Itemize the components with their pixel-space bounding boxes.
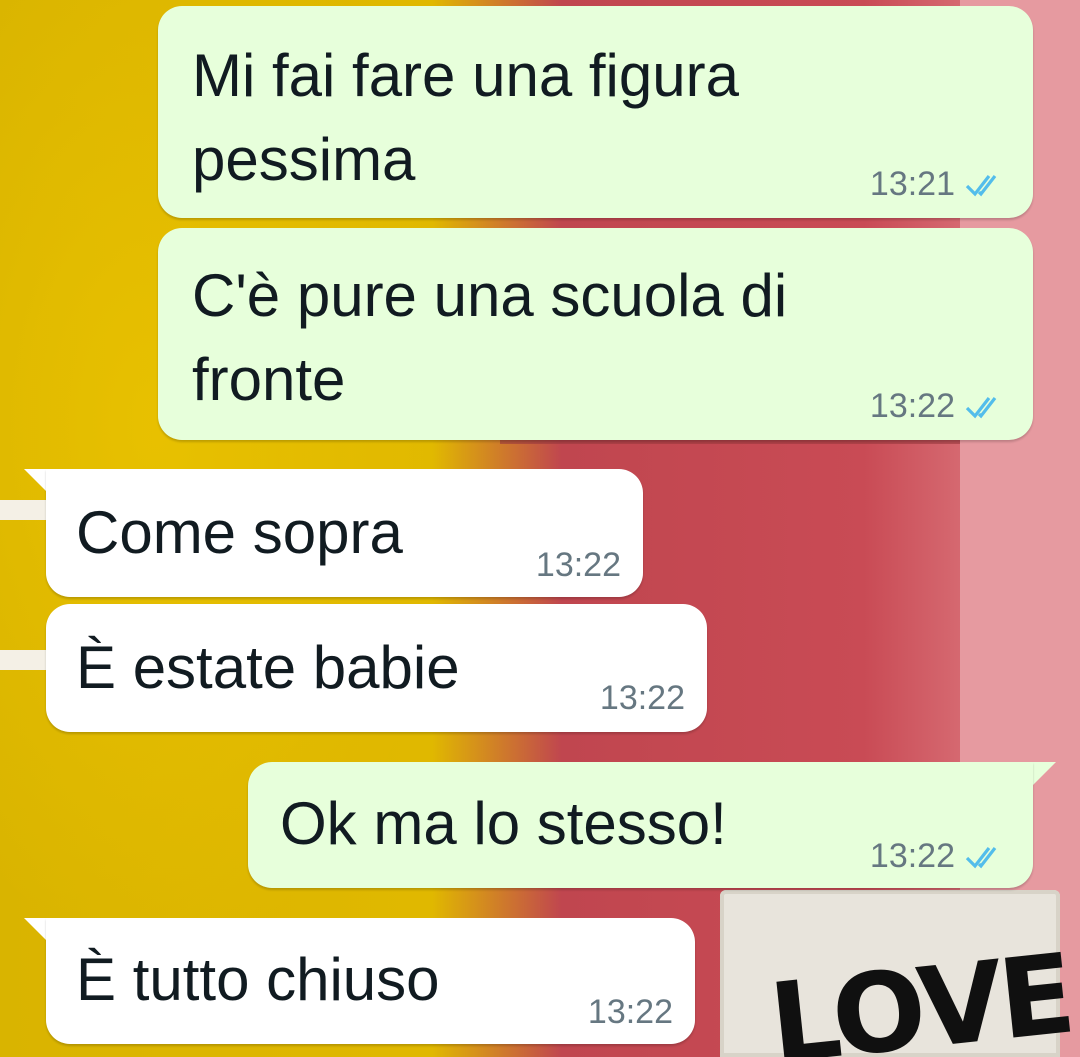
message-time: 13:22 — [869, 387, 955, 425]
message-time: 13:22 — [535, 546, 621, 584]
double-check-read-icon — [965, 396, 997, 418]
message-time: 13:22 — [599, 679, 685, 717]
message-bubble-outgoing[interactable]: Ok ma lo stesso! 13:22 — [248, 762, 1033, 888]
message-meta: 13:22 — [870, 837, 1005, 876]
message-meta: 13:22 — [588, 993, 673, 1032]
message-time: 13:22 — [869, 837, 955, 875]
message-meta: 13:22 — [600, 679, 685, 718]
message-text: C'è pure una scuola di fronte — [192, 262, 788, 413]
message-bubble-incoming[interactable]: È estate babie 13:22 — [46, 604, 707, 732]
message-bubble-incoming[interactable]: È tutto chiuso 13:22 — [46, 918, 695, 1044]
message-bubble-outgoing[interactable]: Mi fai fare una figura pessima 13:21 — [158, 6, 1033, 218]
message-meta: 13:22 — [536, 546, 621, 585]
message-meta: 13:22 — [870, 387, 1005, 426]
double-check-read-icon — [965, 846, 997, 868]
message-text: Mi fai fare una figura pessima — [192, 42, 739, 193]
message-time: 13:21 — [869, 165, 955, 203]
message-bubble-incoming[interactable]: Come sopra 13:22 — [46, 469, 643, 597]
message-meta: 13:21 — [870, 165, 1005, 204]
message-text: È estate babie — [76, 634, 460, 701]
message-text: È tutto chiuso — [76, 946, 440, 1013]
double-check-read-icon — [965, 174, 997, 196]
message-time: 13:22 — [587, 993, 673, 1031]
message-text: Come sopra — [76, 499, 403, 566]
wallpaper-white-mark — [0, 650, 50, 670]
wallpaper-white-mark — [0, 500, 50, 520]
message-text: Ok ma lo stesso! — [280, 790, 727, 857]
message-bubble-outgoing[interactable]: C'è pure una scuola di fronte 13:22 — [158, 228, 1033, 440]
